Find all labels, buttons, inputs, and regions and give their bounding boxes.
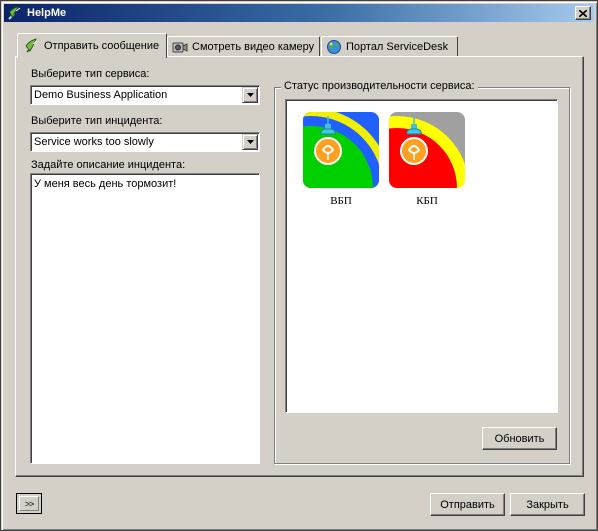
tab-label: Отправить сообщение xyxy=(44,40,160,52)
chevron-down-icon xyxy=(246,140,254,144)
send-button[interactable]: Отправить xyxy=(430,493,505,516)
expand-icon: >> xyxy=(24,498,34,509)
incident-type-label: Выберите тип инцидента: xyxy=(31,115,163,127)
indicator-label: КБП xyxy=(416,195,438,207)
window-title: HelpMe xyxy=(27,7,67,19)
tab-label: Портал ServiceDesk xyxy=(346,40,449,53)
lightbulb-icon xyxy=(303,112,379,188)
helpme-window: HelpMe Отправить сообщение Смотреть виде… xyxy=(0,0,598,531)
chevron-down-icon xyxy=(246,93,254,97)
service-type-label: Выберите тип сервиса: xyxy=(31,68,150,80)
description-label: Задайте описание инцидента: xyxy=(31,159,186,171)
close-button[interactable] xyxy=(575,6,591,20)
dropdown-button[interactable] xyxy=(242,87,258,103)
satellite-dish-icon xyxy=(25,38,38,53)
status-display-area: ВБП КБП xyxy=(285,99,558,413)
description-textarea[interactable]: У меня весь день тормозит! xyxy=(30,173,260,464)
camera-icon xyxy=(172,42,188,52)
expand-button[interactable]: >> xyxy=(16,493,42,514)
lightbulb-icon xyxy=(389,112,465,188)
description-text: У меня весь день тормозит! xyxy=(34,178,177,190)
service-type-value: Demo Business Application xyxy=(34,89,168,101)
title-bar[interactable]: HelpMe xyxy=(4,4,594,22)
tab-send-message[interactable]: Отправить сообщение xyxy=(17,33,167,58)
indicator-kbp: КБП xyxy=(389,112,465,207)
tab-watch-camera[interactable]: Смотреть видео камеру xyxy=(167,36,320,56)
incident-type-value: Service works too slowly xyxy=(34,136,154,148)
incident-type-select[interactable]: Service works too slowly xyxy=(30,132,260,152)
indicator-vbp: ВБП xyxy=(303,112,379,207)
indicator-label: ВБП xyxy=(330,195,352,207)
globe-icon xyxy=(327,39,341,54)
refresh-button[interactable]: Обновить xyxy=(482,427,557,450)
satellite-dish-icon xyxy=(8,6,21,20)
close-dialog-button[interactable]: Закрыть xyxy=(510,493,585,516)
service-type-select[interactable]: Demo Business Application xyxy=(30,85,260,105)
status-group-title: Статус производительности сервиса: xyxy=(281,80,478,92)
tab-label: Смотреть видео камеру xyxy=(192,40,315,53)
dropdown-button[interactable] xyxy=(242,134,258,150)
tab-servicedesk-portal[interactable]: Портал ServiceDesk xyxy=(321,36,458,56)
close-icon xyxy=(579,9,587,17)
